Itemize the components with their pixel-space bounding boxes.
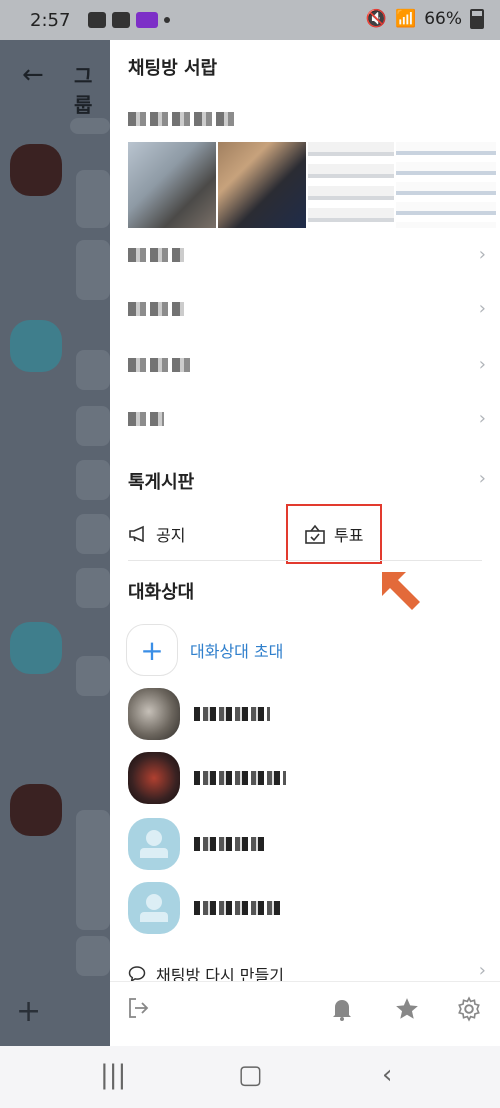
member-name	[194, 901, 282, 915]
notification-icons	[88, 12, 170, 28]
chevron-right-icon: ›	[478, 408, 486, 429]
plus-icon[interactable]: +	[126, 624, 178, 676]
media-section-label	[128, 112, 238, 126]
blog-icon	[112, 12, 130, 28]
drawer-title: 채팅방 서랍	[128, 58, 218, 79]
member-row[interactable]	[128, 882, 282, 934]
chevron-right-icon: ›	[478, 354, 486, 375]
gallery-icon	[88, 12, 106, 28]
chat-bubble	[76, 656, 110, 696]
chat-drawer: 채팅방 서랍 › › › › 톡게시판 › 공지 투표 대화상대 + 대화상대 …	[110, 40, 500, 1046]
drawer-menu-item[interactable]	[128, 358, 194, 372]
recent-apps-icon[interactable]: |||	[100, 1060, 126, 1090]
divider	[128, 560, 482, 561]
media-thumbnail[interactable]	[218, 142, 306, 228]
status-time: 2:57	[30, 10, 71, 31]
drawer-menu-item[interactable]	[128, 248, 184, 262]
chat-bubble	[76, 240, 110, 300]
more-notifications-icon	[164, 17, 170, 23]
drawer-footer	[110, 981, 500, 1046]
members-section-title: 대화상대	[128, 582, 195, 603]
chat-title: 그룹	[74, 64, 93, 117]
exit-icon[interactable]	[126, 996, 150, 1020]
chevron-right-icon: ›	[478, 298, 486, 319]
media-thumbnail[interactable]	[396, 142, 496, 228]
battery-percent: 66%	[424, 9, 462, 29]
member-name	[194, 707, 270, 721]
chat-bubble	[76, 568, 110, 608]
chat-bubble	[76, 810, 110, 930]
drawer-menu-item[interactable]	[128, 302, 184, 316]
drawer-menu-item[interactable]	[128, 412, 164, 426]
annotation-arrow-icon	[382, 572, 420, 610]
back-arrow-icon[interactable]: ←	[22, 60, 44, 90]
chat-bubble	[70, 118, 110, 134]
megaphone-icon	[129, 525, 144, 543]
chat-bubble	[76, 170, 110, 228]
chat-bubble	[76, 514, 110, 554]
battery-icon	[470, 9, 484, 29]
avatar	[10, 622, 62, 674]
chat-input-bar: +	[0, 982, 110, 1046]
avatar	[128, 752, 180, 804]
bell-icon[interactable]	[330, 996, 354, 1022]
member-row[interactable]	[128, 818, 266, 870]
star-icon[interactable]	[394, 996, 420, 1022]
back-icon[interactable]: ‹	[382, 1060, 392, 1090]
chevron-right-icon: ›	[478, 960, 486, 981]
settings-gear-icon[interactable]	[456, 996, 482, 1022]
media-thumbnail[interactable]	[128, 142, 216, 228]
system-nav-bar: ||| ▢ ‹	[0, 1046, 500, 1108]
status-right: 🔇 📶 66%	[366, 9, 484, 29]
home-icon[interactable]: ▢	[238, 1060, 263, 1090]
highlight-box	[286, 504, 382, 564]
notice-button[interactable]: 공지	[128, 522, 185, 546]
media-preview-strip[interactable]	[128, 142, 500, 228]
invite-member-row[interactable]: + 대화상대 초대	[126, 624, 283, 676]
media-thumbnail[interactable]	[308, 142, 394, 228]
chat-bubble	[76, 460, 110, 500]
chat-bubble	[76, 406, 110, 446]
attach-plus-icon[interactable]: +	[16, 994, 41, 1029]
notice-label: 공지	[156, 526, 186, 545]
chat-background: ← 그룹	[0, 40, 110, 982]
avatar	[128, 882, 180, 934]
status-bar: 2:57 🔇 📶 66%	[0, 0, 500, 40]
avatar	[128, 818, 180, 870]
member-name	[194, 837, 266, 851]
member-row[interactable]	[128, 752, 286, 804]
avatar	[10, 784, 62, 836]
invite-label: 대화상대 초대	[190, 642, 284, 661]
board-section-title[interactable]: 톡게시판	[128, 468, 194, 494]
chevron-right-icon: ›	[478, 468, 486, 489]
avatar	[10, 144, 62, 196]
avatar	[10, 320, 62, 372]
member-name	[194, 771, 286, 785]
app-badge-icon	[136, 12, 158, 28]
chat-bubble	[76, 936, 110, 976]
mute-icon: 🔇	[365, 9, 388, 29]
wifi-icon: 📶	[395, 9, 417, 29]
chat-bubble	[76, 350, 110, 390]
member-row[interactable]	[128, 688, 270, 740]
chevron-right-icon: ›	[478, 244, 486, 265]
avatar	[128, 688, 180, 740]
